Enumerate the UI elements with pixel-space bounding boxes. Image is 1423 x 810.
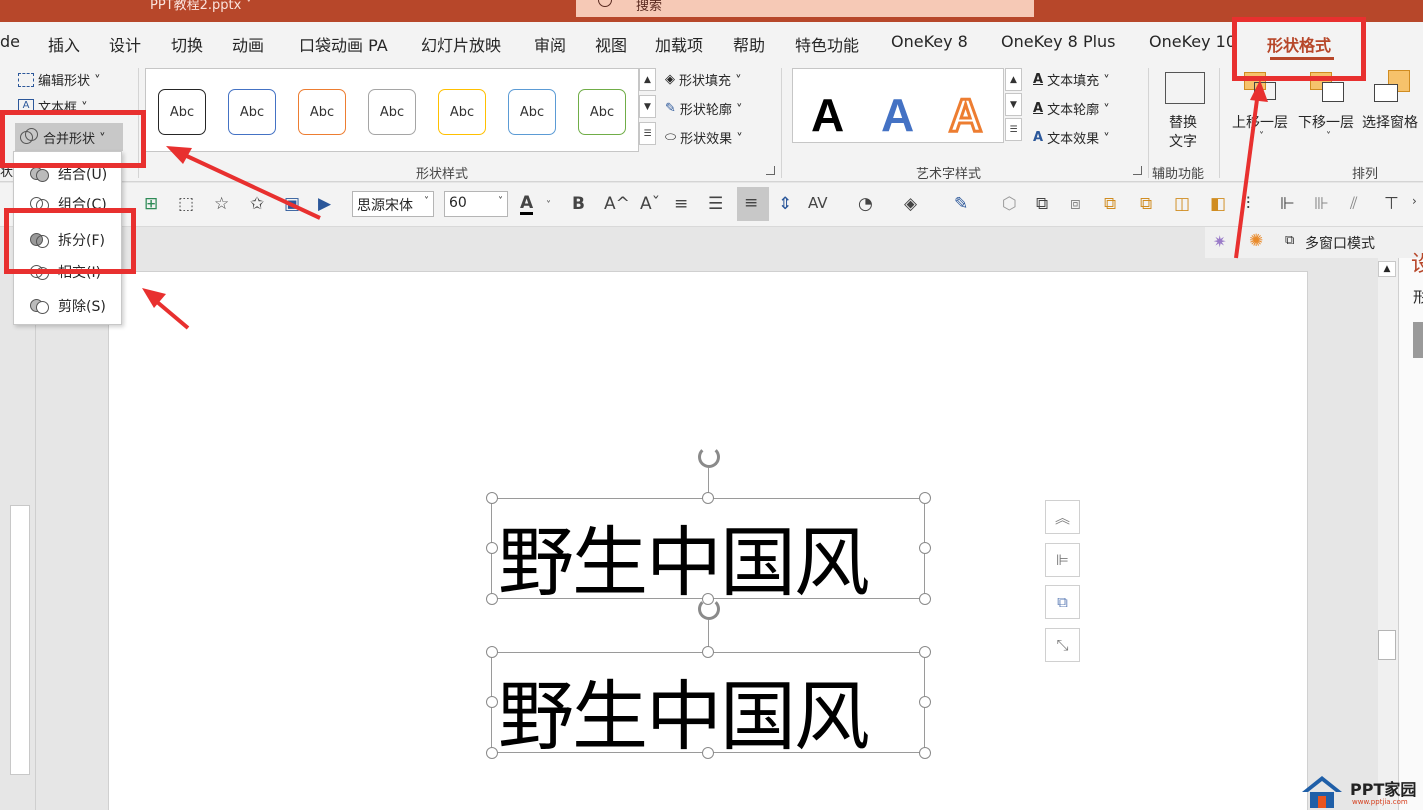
arrow-to-tab (1234, 91, 1260, 259)
watermark-logo: PPT家园 www.pptjia.com (1300, 774, 1423, 810)
arrowhead (1250, 80, 1268, 102)
watermark-url: www.pptjia.com (1352, 798, 1408, 806)
arrow-to-merge (175, 149, 321, 220)
house-logo-icon (1302, 776, 1342, 808)
annotation-arrows (142, 80, 1268, 330)
watermark-text: PPT家园 (1350, 780, 1417, 799)
